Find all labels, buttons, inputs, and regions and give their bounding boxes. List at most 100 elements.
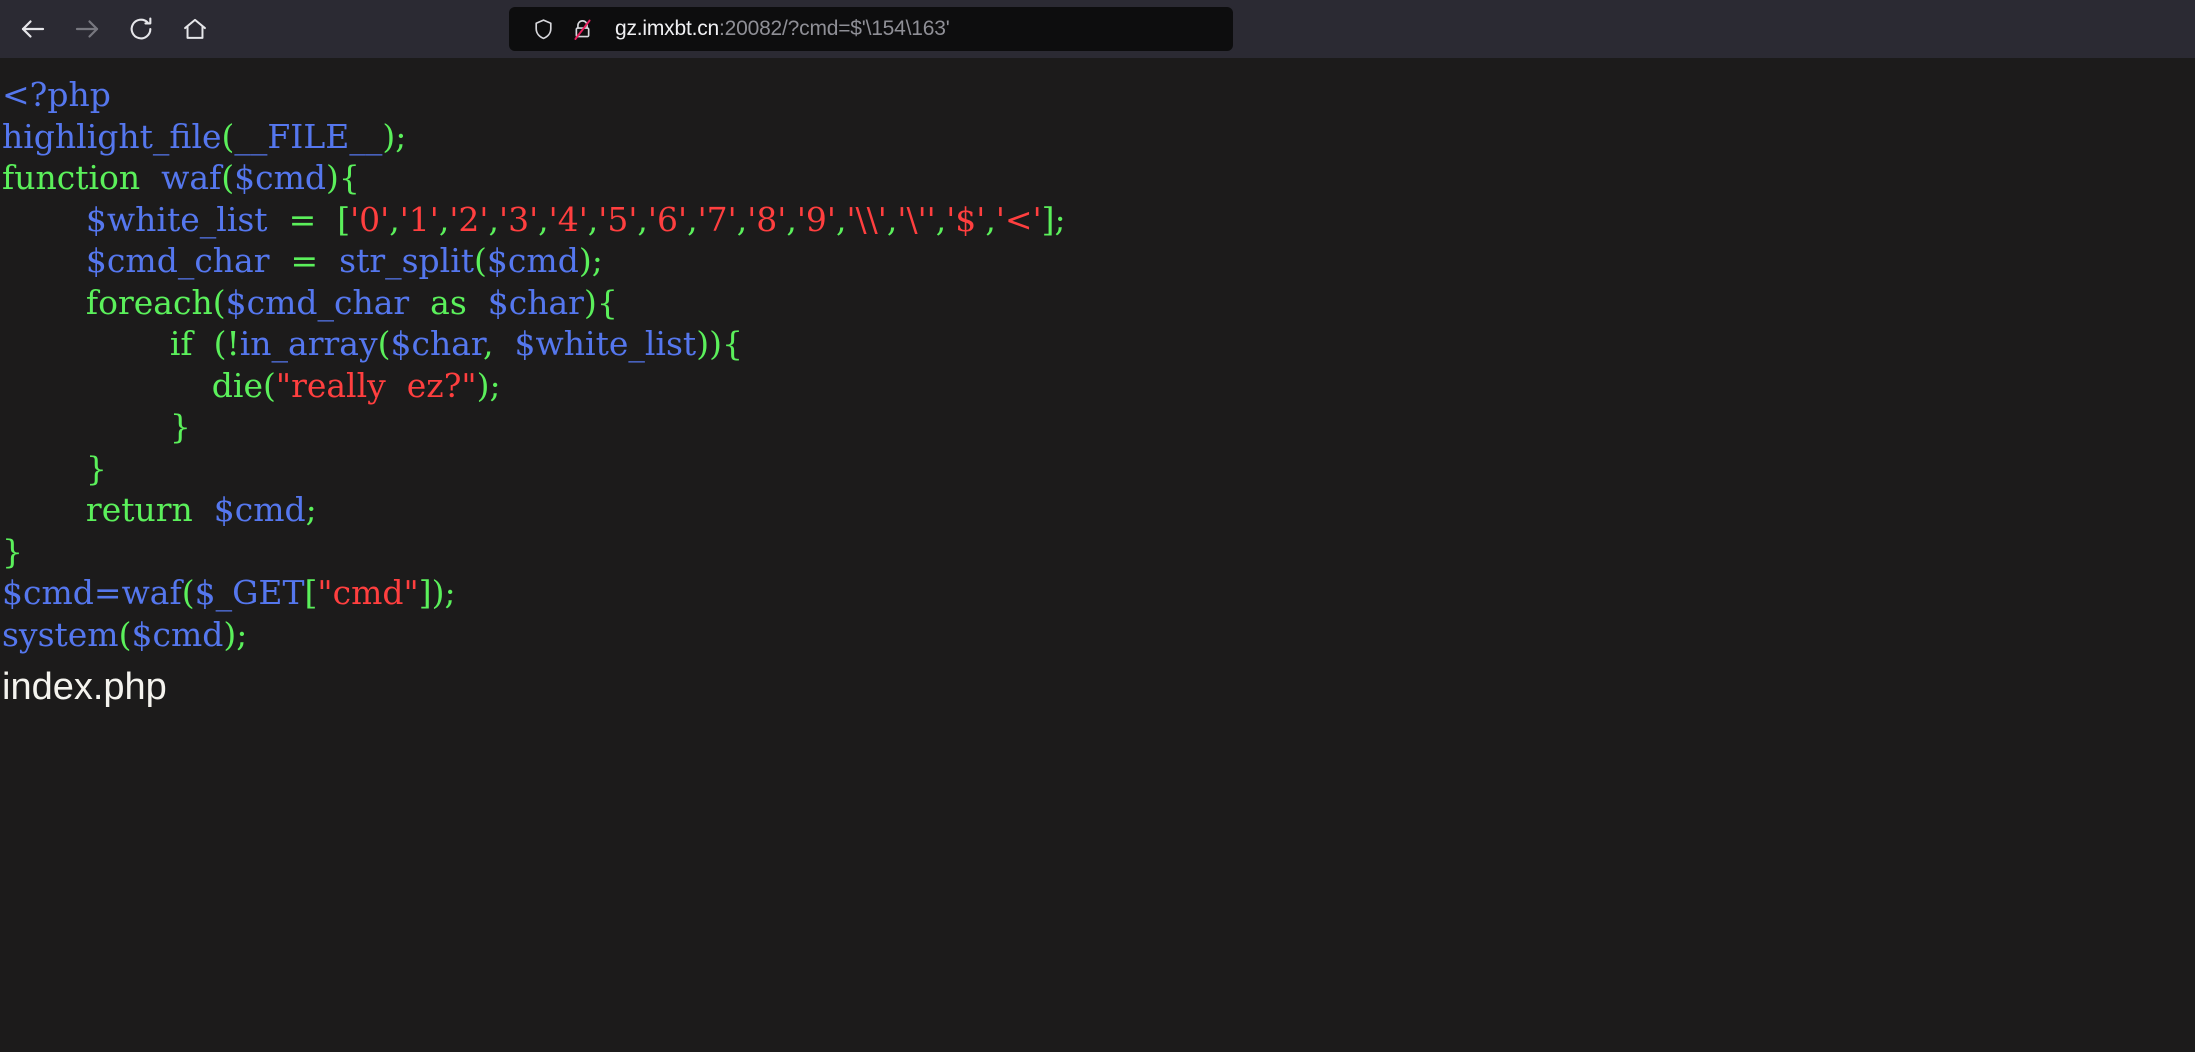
- code-token: '<': [995, 199, 1042, 239]
- code-line: }: [2, 448, 2195, 490]
- code-token: (: [377, 324, 391, 363]
- code-token: (: [221, 116, 235, 156]
- code-token: (: [221, 158, 235, 197]
- code-token: ;: [444, 573, 456, 612]
- page-content: <?php highlight_file(__FILE__); function w…: [0, 58, 2195, 1052]
- code-token: $cmd_char: [225, 282, 410, 322]
- code-token: !: [226, 324, 240, 363]
- code-token: {: [721, 324, 743, 363]
- back-button[interactable]: [6, 6, 60, 52]
- arrow-right-icon: [72, 14, 102, 44]
- code-token: foreach: [85, 282, 213, 322]
- code-token: $char: [390, 324, 484, 363]
- code-token: ,: [637, 199, 648, 239]
- code-token: '0': [350, 199, 390, 239]
- code-token: ): [696, 324, 710, 363]
- address-bar-container: gz.imxbt.cn:20082/?cmd=$'\154\163': [509, 7, 1233, 51]
- code-token: ;: [305, 490, 317, 529]
- code-token: $cmd: [131, 614, 224, 654]
- browser-toolbar: gz.imxbt.cn:20082/?cmd=$'\154\163': [0, 0, 2195, 58]
- code-token: ,: [587, 199, 599, 239]
- code-line: }: [2, 531, 2195, 573]
- code-line: foreach($cmd_char as $char){: [2, 282, 2195, 324]
- code-token: }: [85, 448, 107, 488]
- code-token: '$': [946, 199, 986, 239]
- code-token: return: [85, 490, 193, 529]
- navigation-buttons: [0, 6, 222, 52]
- code-token: (: [118, 614, 132, 654]
- code-token: ,: [935, 199, 947, 239]
- code-token: '6': [647, 199, 688, 239]
- url-host: gz.imxbt.cn: [615, 17, 719, 40]
- code-token: __FILE__: [234, 116, 383, 156]
- code-token: ,: [886, 199, 898, 239]
- code-token: ;: [489, 365, 501, 405]
- code-token: }: [2, 531, 23, 571]
- code-token: '9': [796, 199, 836, 239]
- code-token: ,: [389, 199, 400, 239]
- code-line: die("really ez?");: [2, 365, 2195, 407]
- code-token: ;: [591, 241, 603, 280]
- code-token: ;: [236, 614, 248, 654]
- code-token: '\\': [846, 199, 887, 239]
- code-token: '\'': [897, 199, 936, 239]
- code-token: in_array: [239, 324, 378, 363]
- code-token: $cmd: [486, 241, 579, 280]
- code-token: '8': [747, 199, 787, 239]
- code-token: waf: [161, 158, 222, 197]
- code-token: '3': [499, 199, 539, 239]
- code-token: (: [474, 241, 487, 280]
- code-token: (: [213, 324, 227, 363]
- url-path: :20082/?cmd=$'\154\163': [719, 17, 950, 40]
- code-token: ]: [418, 573, 432, 612]
- code-token: as: [430, 282, 467, 322]
- code-token: $white_list: [514, 324, 697, 363]
- code-token: $char: [487, 282, 584, 322]
- code-token: [: [304, 573, 318, 612]
- code-token: {: [338, 158, 360, 197]
- code-token: ,: [483, 324, 494, 363]
- code-token: ]: [1041, 199, 1055, 239]
- code-line: system($cmd);: [2, 614, 2195, 656]
- padlock-crossed-out-icon[interactable]: [567, 14, 597, 44]
- code-token: highlight_file: [2, 116, 222, 156]
- code-token: ,: [835, 199, 847, 239]
- code-token: <?php: [2, 75, 111, 114]
- code-token: $cmd: [2, 573, 94, 612]
- code-line: $cmd_char = str_split($cmd);: [2, 240, 2195, 282]
- code-token: ,: [736, 199, 748, 239]
- php-source-listing: <?php highlight_file(__FILE__); function w…: [0, 74, 2195, 655]
- reload-button[interactable]: [114, 6, 168, 52]
- address-bar[interactable]: gz.imxbt.cn:20082/?cmd=$'\154\163': [509, 7, 1233, 51]
- code-token: (: [181, 573, 195, 612]
- reload-icon: [127, 15, 155, 43]
- code-line: }: [2, 406, 2195, 448]
- code-token: ): [709, 324, 722, 363]
- code-token: '4': [548, 199, 588, 239]
- code-token: ): [431, 573, 445, 612]
- forward-button[interactable]: [60, 6, 114, 52]
- code-token: "cmd": [317, 573, 419, 612]
- code-line: $cmd=waf($_GET["cmd"]);: [2, 572, 2195, 614]
- code-token: function: [2, 158, 141, 197]
- code-token: (: [212, 282, 226, 322]
- shield-icon[interactable]: [528, 14, 558, 44]
- home-button[interactable]: [168, 6, 222, 52]
- code-token: ;: [395, 116, 407, 156]
- address-bar-text: gz.imxbt.cn:20082/?cmd=$'\154\163': [615, 17, 950, 41]
- code-line: highlight_file(__FILE__);: [2, 116, 2195, 158]
- code-token: [: [337, 199, 351, 239]
- code-token: (: [263, 365, 276, 405]
- code-token: if: [169, 324, 193, 363]
